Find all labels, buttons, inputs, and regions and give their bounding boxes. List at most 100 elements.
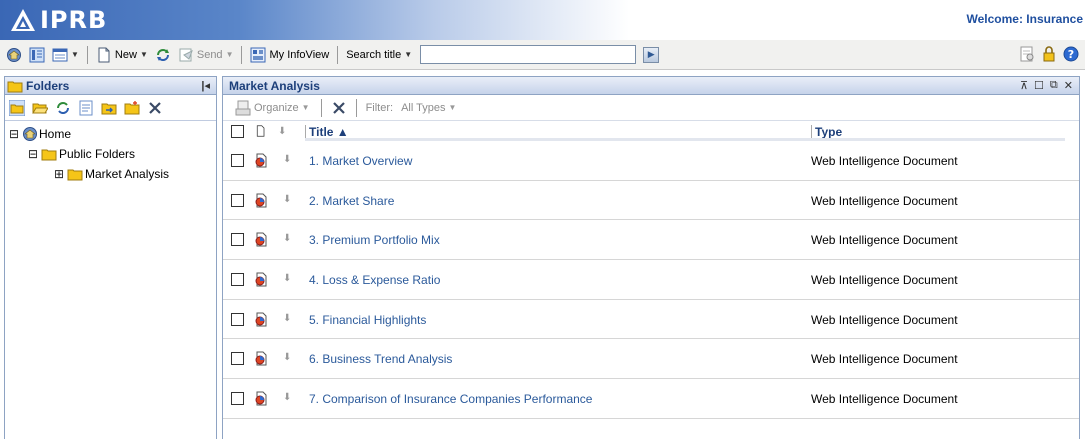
folder-icon	[67, 169, 83, 181]
tree-item-home[interactable]: ⊟ Home	[9, 124, 216, 144]
document-title-link[interactable]: 1. Market Overview	[309, 154, 412, 168]
home-nav-button[interactable]	[4, 45, 24, 65]
logo: IPRB	[10, 6, 107, 34]
title-column-header[interactable]: Title ▲	[309, 125, 349, 139]
svg-text:?: ?	[1068, 48, 1074, 61]
table-row[interactable]: ⬇ 6. Business Trend Analysis Web Intelli…	[223, 339, 1079, 380]
search-go-button[interactable]: ▶	[643, 46, 660, 63]
new-button-label: New	[114, 48, 137, 61]
header-icons: ⬇	[231, 124, 286, 138]
restore-icon[interactable]: ⧉	[1050, 79, 1058, 92]
new-document-icon	[98, 47, 110, 62]
new-folder-icon[interactable]	[124, 100, 140, 116]
table-row[interactable]: ⬇ 4. Loss & Expense Ratio Web Intelligen…	[223, 260, 1079, 300]
move-folder-icon[interactable]	[101, 100, 117, 116]
tree-item-label: Public Folders	[59, 147, 136, 161]
web-intelligence-icon	[255, 351, 267, 366]
row-checkbox[interactable]	[231, 233, 244, 247]
refresh-button[interactable]	[153, 45, 173, 65]
app-banner: IPRB Welcome: Insurance	[0, 0, 1085, 40]
close-icon[interactable]: ✕	[1064, 79, 1073, 92]
table-row[interactable]: ⬇ 1. Market Overview Web Intelligence Do…	[223, 141, 1079, 181]
layout-icon	[52, 48, 68, 61]
organize-button[interactable]: Organize ▼	[233, 98, 312, 118]
preferences-icon[interactable]	[1019, 46, 1035, 62]
tree-item-public-folders[interactable]: ⊟ Public Folders	[9, 144, 216, 164]
arrow-down-icon[interactable]: ⬇	[283, 273, 291, 284]
chevron-down-icon: ▼	[448, 103, 457, 112]
table-row[interactable]: ⬇ 5. Financial Highlights Web Intelligen…	[223, 300, 1079, 340]
folders-panel: Folders |◂ ⊟ Home ⊟ Public Folders ⊞ Mar…	[4, 76, 217, 439]
search-input[interactable]	[420, 45, 637, 64]
collapse-panel-icon[interactable]: |◂	[201, 79, 210, 92]
welcome-text: Welcome: Insurance	[966, 12, 1083, 26]
document-title-link[interactable]: 4. Loss & Expense Ratio	[309, 273, 440, 287]
search-mode-label: Search title	[346, 48, 402, 61]
refresh-icon	[156, 48, 169, 61]
arrow-down-icon: ⬇	[278, 125, 287, 137]
document-title-link[interactable]: 6. Business Trend Analysis	[309, 352, 452, 366]
send-button[interactable]: Send ▼	[176, 45, 236, 65]
tree-item-market-analysis[interactable]: ⊞ Market Analysis	[9, 164, 216, 184]
document-title-link[interactable]: 5. Financial Highlights	[309, 313, 426, 327]
folders-panel-header: Folders |◂	[5, 77, 216, 95]
filter-dropdown[interactable]: All Types ▼	[399, 98, 458, 118]
folder-view-icon[interactable]	[9, 99, 25, 116]
new-button[interactable]: New ▼	[94, 45, 150, 65]
type-column-header[interactable]: Type	[811, 125, 842, 139]
send-button-label: Send	[196, 48, 223, 61]
web-intelligence-icon	[255, 312, 267, 327]
table-row[interactable]: ⬇ 3. Premium Portfolio Mix Web Intellige…	[223, 220, 1079, 261]
search-mode-dropdown[interactable]: Search title ▼	[344, 45, 414, 65]
delete-icon[interactable]	[331, 100, 347, 116]
properties-icon[interactable]	[78, 100, 94, 116]
arrow-down-icon[interactable]: ⬇	[283, 233, 291, 244]
open-folder-icon[interactable]	[32, 100, 48, 116]
web-intelligence-icon	[255, 232, 267, 247]
row-checkbox[interactable]	[231, 352, 244, 366]
arrow-down-icon[interactable]: ⬇	[283, 154, 291, 165]
document-type: Web Intelligence Document	[811, 312, 958, 327]
delete-icon[interactable]	[147, 100, 163, 116]
tree-toggle[interactable]: ⊟	[28, 148, 38, 160]
web-intelligence-icon	[255, 391, 267, 406]
home-globe-icon	[7, 47, 21, 62]
help-icon[interactable]: ?	[1063, 46, 1079, 62]
maximize-icon[interactable]: ☐	[1034, 79, 1044, 92]
tree-toggle[interactable]: ⊟	[9, 128, 19, 140]
row-checkbox[interactable]	[231, 392, 244, 406]
toolbar-divider	[320, 98, 322, 117]
layout-menu-button[interactable]: ▼	[50, 45, 81, 65]
tree-item-label: Home	[39, 127, 72, 141]
document-title-link[interactable]: 3. Premium Portfolio Mix	[309, 233, 440, 247]
myinfoview-button[interactable]: My InfoView	[248, 45, 331, 65]
row-checkbox[interactable]	[231, 193, 244, 207]
document-list-panel: Market Analysis ⊼ ☐ ⧉ ✕ Organize ▼ Filte…	[222, 76, 1080, 439]
arrow-down-icon[interactable]: ⬇	[283, 313, 291, 324]
document-title-link[interactable]: 2. Market Share	[309, 194, 394, 208]
document-type: Web Intelligence Document	[811, 233, 958, 248]
select-all-checkbox[interactable]	[231, 124, 244, 138]
row-checkbox[interactable]	[231, 154, 244, 167]
row-checkbox[interactable]	[231, 273, 244, 287]
toolbar-divider	[86, 45, 88, 64]
arrow-down-icon[interactable]: ⬇	[283, 392, 291, 403]
toolbar-right-icons: ?	[1019, 46, 1079, 62]
table-row[interactable]: ⬇ 2. Market Share Web Intelligence Docum…	[223, 181, 1079, 221]
pin-icon[interactable]: ⊼	[1020, 79, 1028, 92]
arrow-down-icon[interactable]: ⬇	[283, 352, 291, 363]
organize-icon	[235, 100, 251, 115]
lock-icon[interactable]	[1041, 46, 1057, 62]
tree-item-label: Market Analysis	[85, 167, 170, 181]
folders-panel-title: Folders	[26, 78, 70, 93]
tree-toggle[interactable]: ⊞	[54, 168, 64, 180]
toolbar-divider	[241, 45, 243, 64]
document-title-link[interactable]: 7. Comparison of Insurance Companies Per…	[309, 392, 592, 406]
list-view-button[interactable]	[27, 45, 47, 65]
refresh-icon[interactable]	[55, 100, 71, 116]
arrow-down-icon[interactable]: ⬇	[283, 194, 291, 205]
table-row[interactable]: ⬇ 7. Comparison of Insurance Companies P…	[223, 379, 1079, 419]
row-checkbox[interactable]	[231, 312, 244, 326]
document-type: Web Intelligence Document	[811, 352, 958, 367]
toolbar-divider	[355, 98, 357, 117]
